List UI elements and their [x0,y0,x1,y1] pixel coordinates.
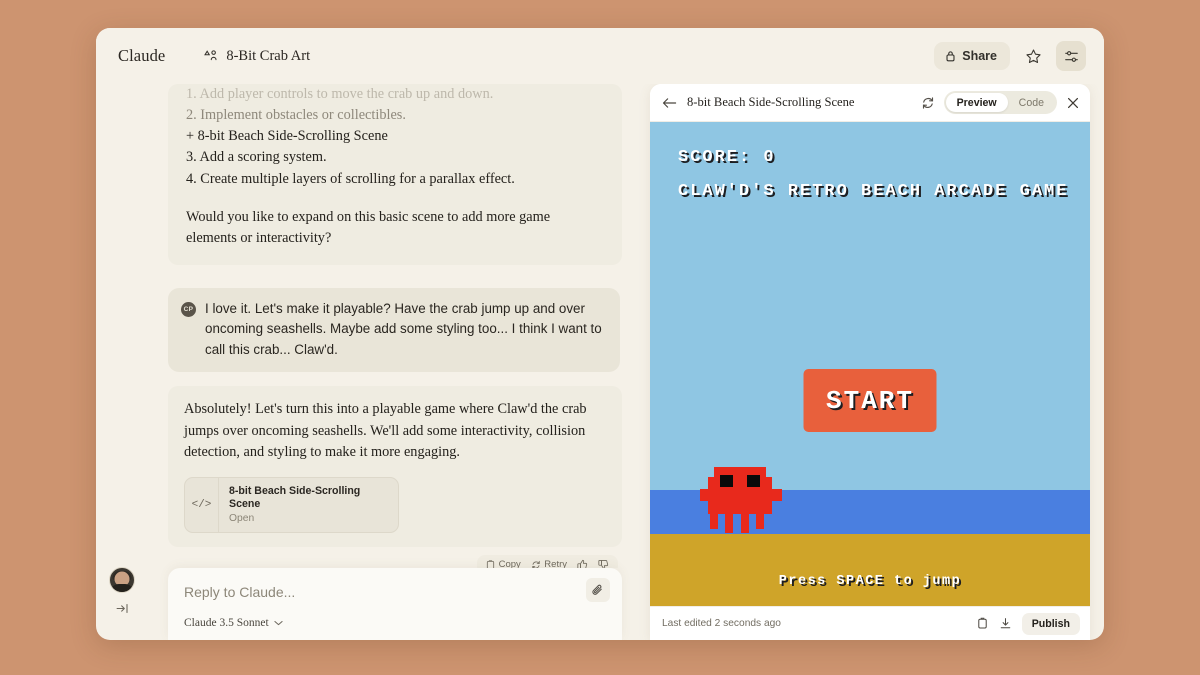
artifact-card-subtitle: Open [229,513,255,524]
avatar-body [110,584,134,592]
close-icon[interactable] [1066,96,1080,110]
artifact-header-actions: Preview Code [921,91,1080,114]
crab-sprite [700,467,782,533]
lock-icon [945,50,956,62]
start-button-label: START [825,385,914,416]
artifact-panel-inner: 8-bit Beach Side-Scrolling Scene Preview… [650,84,1090,640]
user-badge: CP [181,302,196,318]
project-icon [204,49,218,63]
artifact-footer-actions: Publish [976,612,1080,635]
assistant-message-latest: Absolutely! Let's turn this into a playa… [168,386,622,547]
tab-code[interactable]: Code [1008,93,1055,112]
chevron-down-icon [274,620,283,626]
conversation-scroll[interactable]: 1. Add player controls to move the crab … [148,84,644,568]
model-selector[interactable]: Claude 3.5 Sonnet [184,617,606,629]
claude-app-window: Claude 8-Bit Crab Art Share 1. Add playe… [96,28,1104,640]
top-bar-actions: Share [934,41,1086,71]
score-text: SCORE: 0 [678,148,776,167]
list-item: 1. Add player controls to move the crab … [186,86,494,102]
artifact-header: 8-bit Beach Side-Scrolling Scene Preview… [650,84,1090,122]
user-message-bubble: CP I love it. Let's make it playable? Ha… [168,288,620,373]
message-actions: Copy Retry [477,555,618,568]
list-item: 2. Implement obstacles or collectibles. [186,107,406,124]
artifact-title: 8-bit Beach Side-Scrolling Scene [687,95,855,109]
refresh-icon[interactable] [921,96,935,110]
clipboard-icon[interactable] [976,617,989,630]
game-title-text: CLAW'D'S RETRO BEACH ARCADE GAME [678,182,1069,201]
artifact-card-meta: 8-bit Beach Side-Scrolling Scene Open [219,478,398,532]
download-icon[interactable] [999,617,1012,630]
reply-input[interactable]: Reply to Claude... [184,584,606,600]
left-rail [96,84,148,640]
refresh-icon [531,560,541,568]
copy-label: Copy [498,559,521,568]
sliders-icon [1063,48,1080,65]
artifact-card[interactable]: </> 8-bit Beach Side-Scrolling Scene Ope… [184,476,399,533]
tab-preview[interactable]: Preview [945,93,1008,112]
last-edited-text: Last edited 2 seconds ago [662,618,781,629]
rail-bottom-group [96,567,148,640]
assistant-message-previous: 1. Add player controls to move the crab … [168,84,622,266]
chat-title-button[interactable]: 8-Bit Crab Art [195,44,319,69]
favorite-button[interactable] [1018,41,1048,71]
message-actions-row: Copy Retry [156,555,618,568]
list-item: 3. Add a scoring system. [186,149,327,166]
artifact-footer: Last edited 2 seconds ago Publish [650,606,1090,640]
game-preview[interactable]: SCORE: 0 CLAW'D'S RETRO BEACH ARCADE GAM… [650,122,1090,606]
share-button[interactable]: Share [934,42,1010,70]
composer-wrap: Reply to Claude... Claude 3.5 Sonnet [148,568,644,640]
clipboard-icon [486,559,495,568]
list-item: + 8-bit Beach Side-Scrolling Scene [186,128,388,145]
brand-logo[interactable]: Claude [110,42,173,70]
assistant-reply-text: Absolutely! Let's turn this into a playa… [184,401,587,461]
message-list: 1. Add player controls to move the crab … [156,84,632,568]
settings-button[interactable] [1056,41,1086,71]
publish-button[interactable]: Publish [1021,612,1080,635]
thumbs-up-icon[interactable] [577,559,588,568]
retry-label: Retry [544,559,567,568]
model-label: Claude 3.5 Sonnet [184,617,269,629]
conversation-column: 1. Add player controls to move the crab … [148,84,644,640]
copy-button[interactable]: Copy [486,559,521,568]
code-icon: </> [185,477,219,532]
chat-title-text: 8-Bit Crab Art [226,47,311,64]
user-message-text: I love it. Let's make it playable? Have … [205,301,602,357]
star-icon [1025,48,1042,65]
preview-code-toggle: Preview Code [943,91,1057,114]
sand-band [650,534,1090,606]
retry-button[interactable]: Retry [531,559,567,568]
user-message-row: CP I love it. Let's make it playable? Ha… [168,288,620,373]
artifact-panel: 8-bit Beach Side-Scrolling Scene Preview… [644,84,1104,640]
avatar[interactable] [109,567,135,593]
app-body: 1. Add player controls to move the crab … [96,84,1104,640]
top-bar: Claude 8-Bit Crab Art Share [96,28,1104,84]
expand-sidebar-icon[interactable] [115,601,130,616]
paperclip-icon [591,583,605,597]
assistant-closing-text: Would you like to expand on this basic s… [186,208,551,246]
hint-text: Press SPACE to jump [778,574,962,589]
thumbs-down-icon[interactable] [598,559,609,568]
list-item: 4. Create multiple layers of scrolling f… [186,170,515,187]
back-arrow-icon[interactable] [662,97,677,109]
artifact-card-title: 8-bit Beach Side-Scrolling Scene [229,484,361,510]
composer[interactable]: Reply to Claude... Claude 3.5 Sonnet [168,568,622,640]
share-label: Share [962,49,997,63]
start-button[interactable]: START [803,369,937,432]
attach-button[interactable] [586,578,610,602]
